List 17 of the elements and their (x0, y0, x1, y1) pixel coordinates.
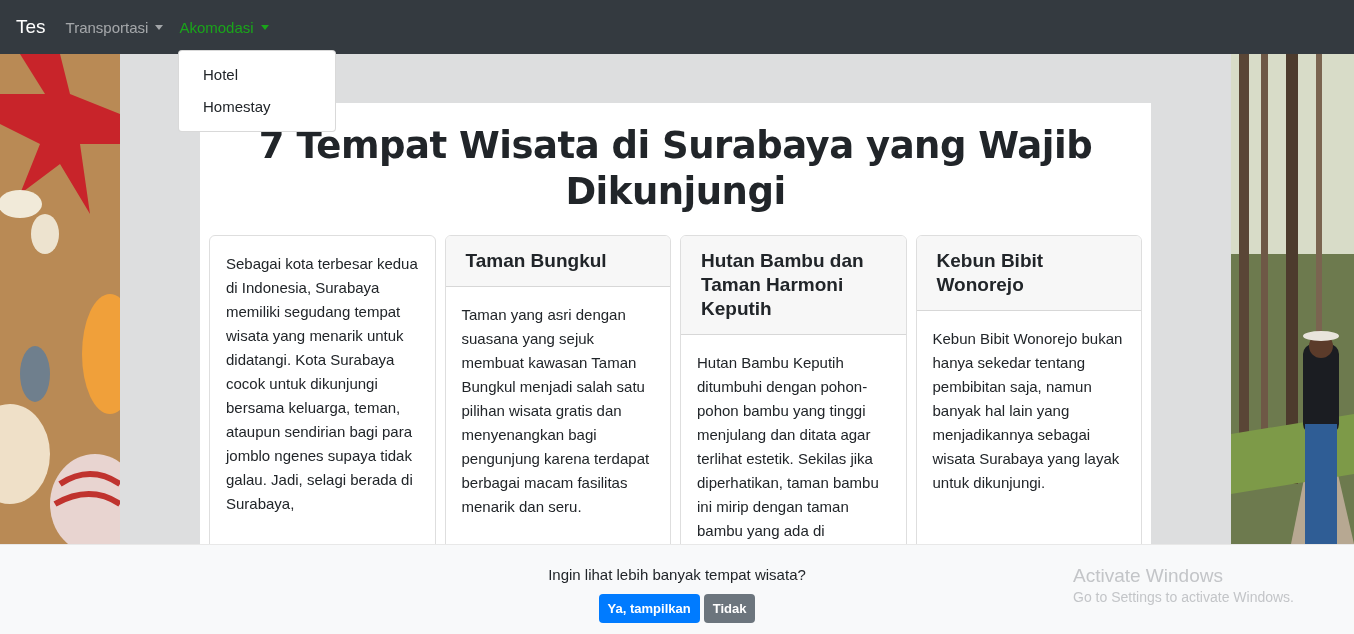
card-title: Taman Bungkul (465, 250, 607, 271)
dropdown-item[interactable]: Homestay (179, 91, 335, 123)
prompt-text: Ingin lihat lebih banyak tempat wisata? (548, 565, 806, 585)
card-title: Hutan Bambu dan Taman Harmoni Keputih (701, 250, 864, 319)
nav-dropdown-link[interactable]: Akomodasi (179, 18, 269, 36)
brand-link[interactable]: Tes (16, 16, 46, 38)
card-text: Sebagai kota terbesar kedua di Indonesia, Surabaya memiliki segudang tempat wisata yang menarik untuk didatangi. Kota Surabaya cocok untuk dikunjungi bersama keluarga, teman, ataupun sendirian bagi para jomblo ngenes supaya tidak galau. Jadi, selagi berada di Surabaya, (226, 254, 419, 514)
dropdown-item[interactable]: Hotel (179, 59, 335, 91)
choice-button[interactable]: Ya, tampilkan (598, 594, 700, 623)
card-text: Kebun Bibit Wonorejo bukan hanya sekedar tentang pembibitan saja, namun banyak hal lain yang menjadikannya sebagai wisata Surabaya yang layak untuk dikunjungi. (932, 329, 1124, 493)
caret-icon (155, 24, 164, 30)
card-text: Taman yang asri dengan suasana yang sejuk membuat kawasan Taman Bungkul menjadi salah satu pilihan wisata gratis dan menyenangkan bagi pengunjung karena terdapat berbagai macam fasilitas menarik dan seru. (461, 305, 651, 517)
choice-button[interactable]: Tidak (703, 594, 756, 623)
nav-dropdown-link[interactable]: Transportasi (65, 18, 164, 36)
card-text: Hutan Bambu Keputih ditumbuhi dengan pohon-pohon bambu yang tinggi menjulang dan ditata agar terlihat estetik. Sekilas jika diperhatikan, taman bambu ini mirip dengan taman bambu yang ada di (697, 353, 880, 541)
caret-icon (260, 24, 269, 30)
card-title: Kebun Bibit Wonorejo (936, 250, 1044, 295)
